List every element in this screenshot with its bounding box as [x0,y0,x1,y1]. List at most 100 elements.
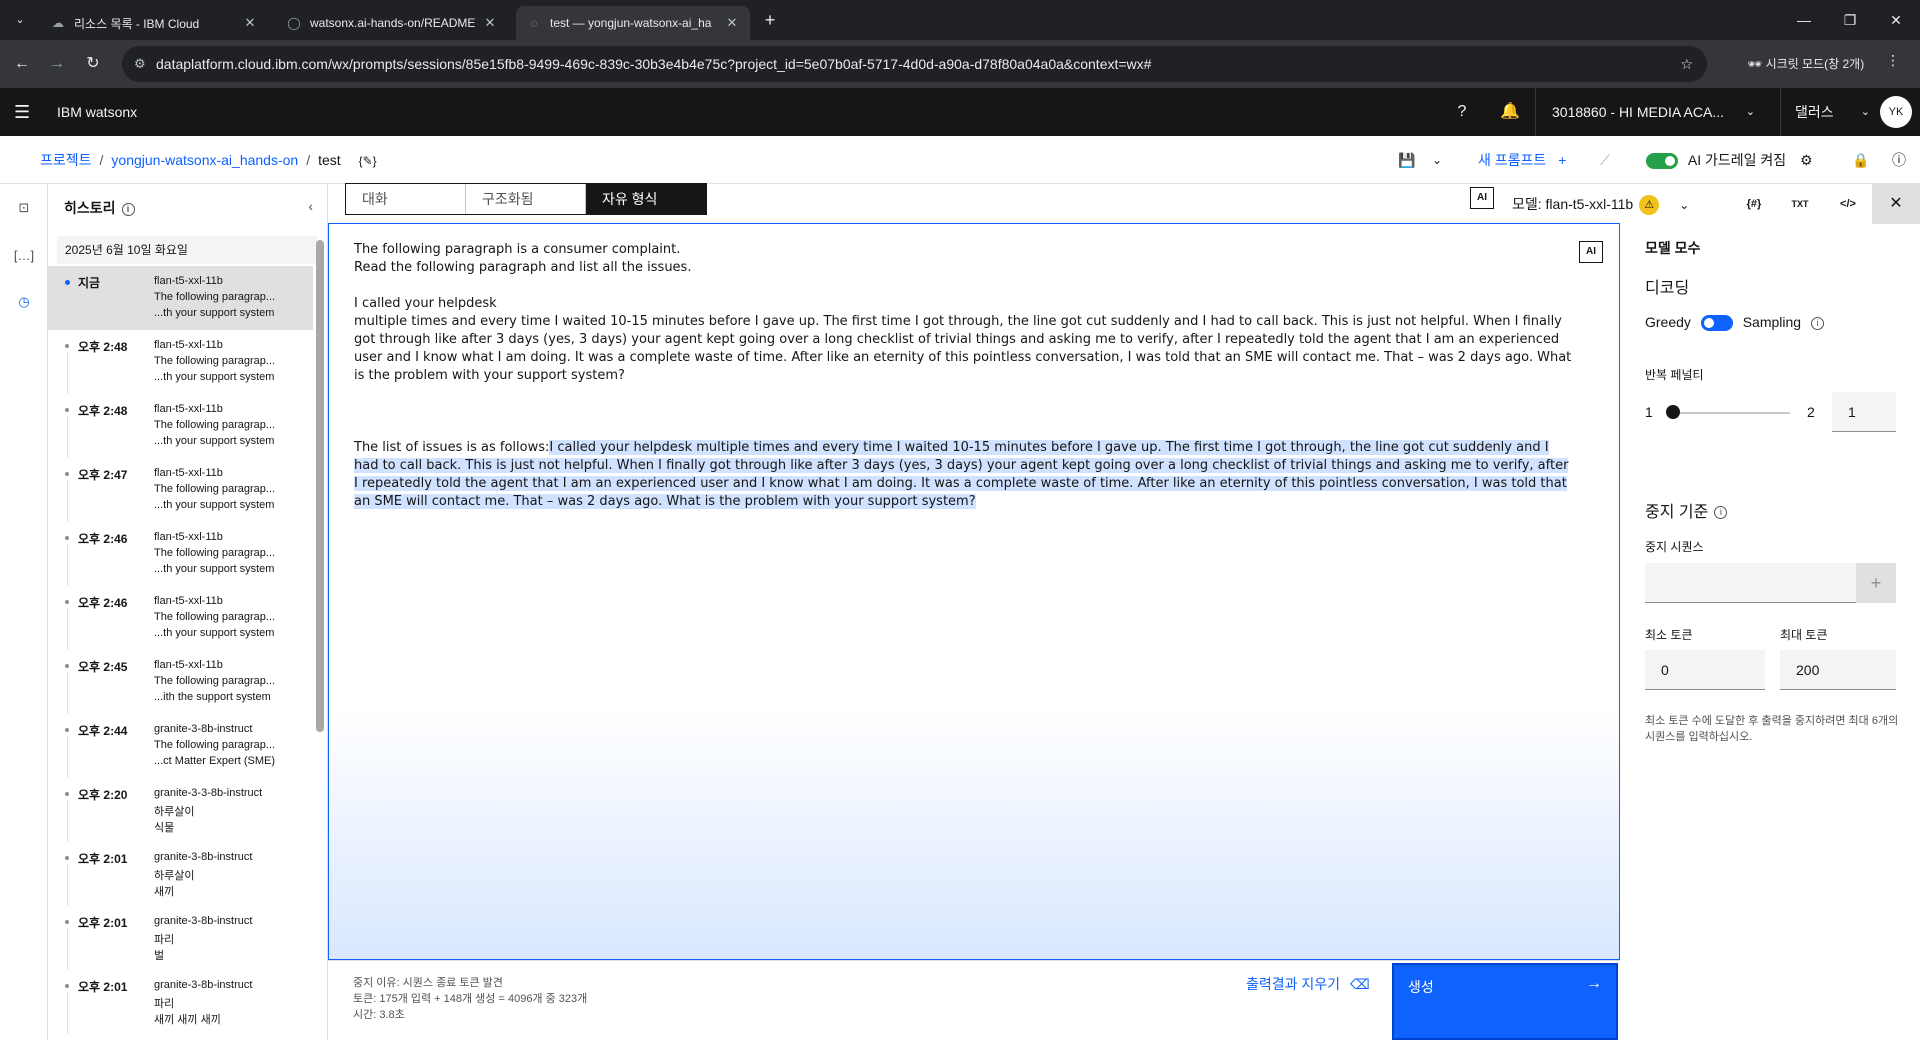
variables-icon[interactable]: […] [12,244,36,268]
token-count: 토큰: 175개 입력 + 148개 생성 = 4096개 중 323개 [353,993,588,1005]
info-icon[interactable]: ⓘ [1892,136,1906,184]
avatar[interactable]: YK [1880,96,1912,128]
prompt-line: Read the following paragraph and list al… [354,260,692,275]
edit-name-icon[interactable]: {✎} [359,154,377,168]
tab-freeform[interactable]: 자유 형식 [586,184,706,214]
info-icon[interactable]: i [121,202,135,216]
repetition-penalty-slider[interactable] [1666,405,1790,419]
stop-criteria-heading: 중지 기준 i [1645,498,1728,522]
guardrail-toggle[interactable]: AI 가드레일 켜짐 [1646,136,1786,184]
history-time: 오후 2:48 [78,404,128,418]
history-item[interactable]: 오후 2:01 granite-3-8b-instruct 파리 벌 [48,906,313,970]
max-tokens-input[interactable]: 200 [1780,650,1896,690]
collapse-panel-icon[interactable]: ‹ [308,198,313,214]
browser-toolbar: ← → ↻ ⚙ dataplatform.cloud.ibm.com/wx/pr… [0,40,1920,88]
timeline-line [67,480,68,522]
site-info-icon[interactable]: ⚙ [134,46,146,82]
new-tab-button[interactable]: + [758,8,782,32]
history-item[interactable]: 오후 2:48 flan-t5-xxl-11b The following para… [48,394,313,458]
history-model: granite-3-8b-instruct [154,851,253,863]
history-snippet: ...th your support system [154,371,275,383]
add-stop-sequence-button[interactable]: + [1856,563,1896,603]
forward-icon[interactable]: → [45,52,69,76]
save-icon[interactable]: 💾 [1398,136,1415,184]
decoding-switch[interactable] [1700,315,1733,332]
history-item[interactable]: 오후 2:44 granite-3-8b-instruct The followin… [48,714,313,778]
info-icon[interactable]: i [1810,316,1824,330]
repetition-penalty-input[interactable]: 1 [1832,392,1896,432]
code-view-icon[interactable]: </> [1830,184,1866,224]
tab-list-button[interactable]: ⌄ [8,8,32,32]
history-item[interactable]: 오후 2:20 granite-3-3-8b-instruct 하루살이 식물 [48,778,313,842]
prompt-line: multiple times and every time I waited 1… [354,314,1572,383]
slider-handle[interactable] [1666,405,1680,419]
scrollbar-thumb[interactable] [316,240,324,732]
lock-icon[interactable]: 🔒 [1852,136,1869,184]
evaluation-chart-icon[interactable]: ⟋ [1600,136,1610,184]
stop-sequence-label: 중지 시퀀스 [1645,540,1704,554]
history-item[interactable]: 오후 2:01 granite-3-8b-instruct 하루살이 새끼 [48,842,313,906]
history-time: 오후 2:47 [78,468,128,482]
browser-tab-active[interactable]: ◌ test — yongjun-watsonx-ai_ha ✕ [516,6,750,40]
history-snippet: 벌 [154,950,165,962]
app-brand[interactable]: IBM watsonx [57,88,137,136]
tab-structured[interactable]: 구조화됨 [466,184,586,214]
browser-tab[interactable]: ◯ watsonx.ai-hands-on/README ✕ [276,6,508,40]
close-icon[interactable]: ✕ [1872,184,1920,224]
prompt-editor[interactable]: The following paragraph is a consumer co… [328,223,1620,960]
txt-view-icon[interactable]: TXT [1782,184,1818,224]
stop-reason: 중지 이유: 시퀀스 종료 토큰 발견 [353,977,503,989]
variables-braces-icon[interactable]: {#} [1736,184,1772,224]
generate-button[interactable]: 생성 → [1392,963,1618,1040]
history-item[interactable]: 오후 2:45 flan-t5-xxl-11b The following para… [48,650,313,714]
reload-icon[interactable]: ↻ [81,52,105,76]
history-item[interactable]: 오후 2:46 flan-t5-xxl-11b The following para… [48,586,313,650]
page-toolbar: 프로젝트 / yongjun-watsonx-ai_hands-on / test {✎… [0,136,1920,184]
restore-icon[interactable]: ❐ [1830,8,1870,32]
history-item[interactable]: 오후 2:48 flan-t5-xxl-11b The following para… [48,330,313,394]
clear-output-button[interactable]: 출력결과 지우기 ⌫ [1246,972,1370,996]
history-model: flan-t5-xxl-11b [154,659,223,671]
history-icon[interactable]: ◷ [12,290,36,314]
min-tokens-input[interactable]: 0 [1645,650,1765,690]
prompt-text[interactable]: The following paragraph is a consumer co… [354,241,1574,511]
history-item[interactable]: 오후 2:47 flan-t5-xxl-11b The following para… [48,458,313,522]
history-item[interactable]: 지금 flan-t5-xxl-11b The following paragrap.… [48,266,313,330]
new-prompt-button[interactable]: 새 프롬프트 + [1478,136,1566,184]
tab-chat[interactable]: 대화 [346,184,466,214]
history-snippet: The following paragrap... [154,675,276,687]
guardrail-settings-icon[interactable]: ⚙ [1800,136,1813,184]
close-icon[interactable]: ✕ [242,15,258,31]
notification-bell-icon[interactable]: 🔔 [1498,100,1522,124]
bookmark-star-icon[interactable]: ☆ [1680,46,1693,82]
incognito-indicator[interactable]: 🕶 시크릿 모드(창 2개) [1735,48,1885,80]
hamburger-menu-icon[interactable]: ☰ [14,102,30,122]
timeline-dot [65,792,69,796]
warning-icon[interactable]: ⚠ [1639,195,1660,216]
close-icon[interactable]: ✕ [482,15,498,31]
save-menu-chevron-icon[interactable]: ⌄ [1432,136,1442,184]
back-icon[interactable]: ← [10,52,34,76]
breadcrumb-projects[interactable]: 프로젝트 [40,152,92,168]
info-icon[interactable]: i [1714,506,1728,520]
history-model: granite-3-3-8b-instruct [154,787,263,799]
close-icon[interactable]: ✕ [724,15,740,31]
browser-tab[interactable]: ☁ 리소스 목록 - IBM Cloud ✕ [40,6,268,40]
browser-menu-icon[interactable]: ⋮ [1886,52,1900,69]
history-item[interactable]: 오후 2:46 flan-t5-xxl-11b The following para… [48,522,313,586]
url-bar[interactable]: ⚙ dataplatform.cloud.ibm.com/wx/prompts/… [122,46,1707,82]
model-selector[interactable]: 모델: flan-t5-xxl-11b ⚠ ⌄ [1512,184,1689,224]
account-switcher[interactable]: 3018860 - HI MEDIA ACA... ⌄ [1535,88,1765,136]
minimize-icon[interactable]: — [1784,8,1824,32]
decoding-heading: 디코딩 [1645,280,1690,297]
prompt-templates-icon[interactable]: ⊡ [12,196,36,220]
breadcrumb-project-name[interactable]: yongjun-watsonx-ai_hands-on [111,152,298,168]
close-window-icon[interactable]: ✕ [1876,8,1916,32]
guardrail-switch[interactable] [1646,153,1678,170]
decoding-toggle[interactable]: Greedy Sampling i [1645,314,1824,332]
history-scrollbar[interactable] [316,228,324,1040]
history-item[interactable]: 오후 2:01 granite-3-8b-instruct 파리 새끼 새끼 새끼 [48,970,313,1034]
help-icon[interactable]: ? [1450,100,1474,124]
region-switcher[interactable]: 댈러스 ⌄ [1780,88,1880,136]
stop-sequence-input[interactable] [1645,563,1856,603]
